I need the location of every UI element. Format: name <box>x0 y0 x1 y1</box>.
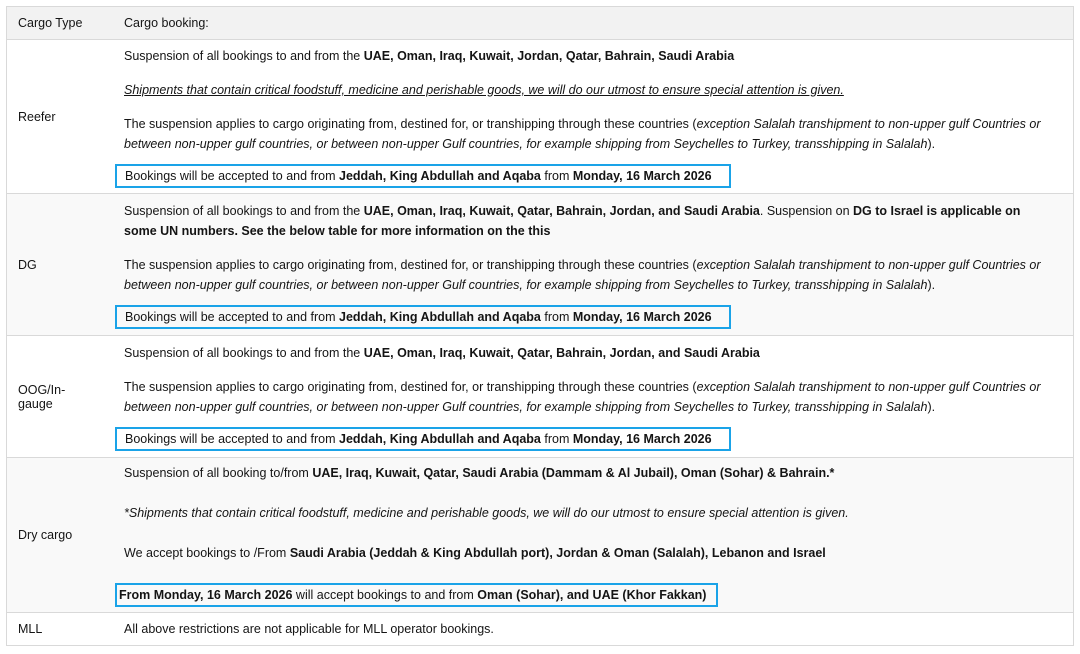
booking-cell: All above restrictions are not applicabl… <box>115 612 1074 646</box>
table-row-mll: MLL All above restrictions are not appli… <box>6 612 1074 646</box>
booking-cell: Suspension of all booking to/from UAE, I… <box>115 457 1074 613</box>
exception-text: The suspension applies to cargo originat… <box>124 257 1041 292</box>
exception-text: The suspension applies to cargo originat… <box>124 116 1041 151</box>
accepted-routes-text: We accept bookings to /From Saudi Arabia… <box>124 546 826 560</box>
highlighted-acceptance-notice: Bookings will be accepted to and from Je… <box>115 163 731 188</box>
table-row-reefer: Reefer Suspension of all bookings to and… <box>6 39 1074 194</box>
foodstuff-note: Shipments that contain critical foodstuf… <box>124 82 844 97</box>
booking-cell: Suspension of all bookings to and from t… <box>115 39 1074 194</box>
suspension-text: Suspension of all bookings to and from t… <box>124 48 735 63</box>
suspension-text: Suspension of all booking to/from UAE, I… <box>124 466 835 480</box>
highlighted-acceptance-notice: From Monday, 16 March 2026 will accept b… <box>115 583 719 607</box>
table-header-row: Cargo Type Cargo booking: <box>6 6 1074 40</box>
suspension-text: Suspension of all bookings to and from t… <box>124 203 1021 238</box>
header-cargo-type: Cargo Type <box>6 6 115 40</box>
table-row-dg: DG Suspension of all bookings to and fro… <box>6 193 1074 336</box>
cargo-type-cell: Dry cargo <box>6 457 115 613</box>
highlighted-acceptance-notice: Bookings will be accepted to and from Je… <box>115 304 731 329</box>
header-cargo-booking: Cargo booking: <box>115 6 1074 40</box>
cargo-type-cell: OOG/In-gauge <box>6 335 115 458</box>
exception-text: The suspension applies to cargo originat… <box>124 379 1041 414</box>
booking-cell: Suspension of all bookings to and from t… <box>115 193 1074 336</box>
booking-cell: Suspension of all bookings to and from t… <box>115 335 1074 458</box>
suspension-text: Suspension of all bookings to and from t… <box>124 345 760 360</box>
highlighted-acceptance-notice: Bookings will be accepted to and from Je… <box>115 426 731 451</box>
cargo-type-cell: DG <box>6 193 115 336</box>
foodstuff-note: *Shipments that contain critical foodstu… <box>124 506 849 520</box>
table-row-dry-cargo: Dry cargo Suspension of all booking to/f… <box>6 457 1074 613</box>
table-row-oog: OOG/In-gauge Suspension of all bookings … <box>6 335 1074 458</box>
cargo-type-cell: MLL <box>6 612 115 646</box>
cargo-booking-table: Cargo Type Cargo booking: Reefer Suspens… <box>6 6 1074 646</box>
cargo-type-cell: Reefer <box>6 39 115 194</box>
